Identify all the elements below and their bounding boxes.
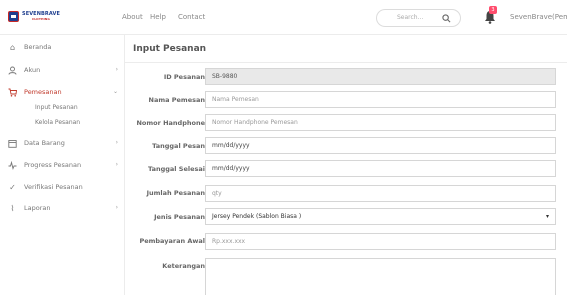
sidebar-item-pemesanan[interactable]: Pemesanan ⌄ — [8, 87, 118, 97]
sidebar-item-label: Pemesanan — [24, 88, 62, 96]
keterangan-textarea[interactable] — [205, 258, 556, 295]
search-input[interactable]: Search... — [376, 9, 461, 27]
user-name[interactable]: SevenBrave(Pemilik) — [510, 13, 567, 21]
sidebar-item-akun[interactable]: Akun › — [8, 65, 118, 75]
nomor-handphone-label: Nomor Handphone — [136, 119, 205, 127]
sidebar-item-beranda[interactable]: ⌂ Beranda — [8, 42, 118, 52]
chevron-right-icon: › — [115, 161, 118, 168]
jenis-pesanan-value: Jersey Pendek (Sablon Biasa ) — [212, 213, 302, 220]
sidebar-item-label: Beranda — [24, 43, 52, 51]
pembayaran-awal-input[interactable]: Rp.xxx.xxx — [205, 233, 556, 250]
nav-help-link[interactable]: Help — [150, 13, 166, 21]
chevron-down-icon: ⌄ — [112, 88, 118, 95]
id-pesanan-label: ID Pesanan — [163, 73, 205, 81]
sidebar-subitem-input-pesanan[interactable]: Input Pesanan — [35, 104, 78, 111]
check-icon: ✓ — [9, 182, 16, 192]
sidebar-item-laporan[interactable]: ⌇ Laporan › — [8, 203, 118, 213]
pembayaran-awal-label: Pembayaran Awal — [139, 237, 205, 245]
keterangan-label: Keterangan — [162, 262, 205, 270]
tanggal-pesan-input[interactable]: mm/dd/yyyy — [205, 137, 556, 154]
brand-name: SEVENBRAVE — [22, 10, 60, 17]
nama-pemesan-label: Nama Pemesan — [148, 96, 206, 104]
page-title: Input Pesanan — [133, 44, 207, 54]
tanggal-selesai-label: Tanggal Selesai — [147, 165, 205, 173]
search-placeholder: Search... — [397, 14, 424, 21]
jumlah-pesanan-input[interactable]: qty — [205, 185, 556, 202]
notification-badge: 3 — [489, 6, 497, 14]
sidebar-item-label: Akun — [24, 66, 41, 74]
sidebar-item-verifikasi-pesanan[interactable]: ✓ Verifikasi Pesanan — [8, 182, 118, 192]
top-bar: SEVENBRAVE CLOTHING About Help Contact S… — [0, 0, 567, 35]
sidebar-item-label: Verifikasi Pesanan — [24, 183, 83, 191]
pulse-icon — [8, 160, 17, 170]
sidebar-item-data-barang[interactable]: Data Barang › — [8, 138, 118, 148]
brand-sub: CLOTHING — [31, 16, 50, 21]
nama-pemesan-input[interactable]: Nama Pemesan — [205, 91, 556, 108]
sidebar-item-label: Laporan — [24, 204, 51, 212]
nomor-handphone-input[interactable]: Nomor Handphone Pemesan — [205, 114, 556, 131]
report-icon: ⌇ — [10, 203, 15, 213]
sidebar-item-label: Data Barang — [24, 139, 65, 147]
id-pesanan-field: SB-9880 — [205, 68, 556, 85]
main-content: Input Pesanan ID Pesanan SB-9880 Nama Pe… — [125, 35, 567, 295]
calendar-icon — [8, 139, 17, 148]
jenis-pesanan-label: Jenis Pesanan — [154, 213, 205, 221]
search-icon[interactable] — [442, 14, 451, 23]
tanggal-selesai-input[interactable]: mm/dd/yyyy — [205, 160, 556, 177]
sidebar-subitem-kelola-pesanan[interactable]: Kelola Pesanan — [35, 119, 80, 126]
cart-icon — [8, 88, 17, 97]
sidebar-item-progress-pesanan[interactable]: Progress Pesanan › — [8, 160, 118, 170]
brand-logo-icon — [8, 11, 19, 22]
user-icon — [8, 66, 17, 75]
chevron-right-icon: › — [115, 204, 118, 211]
sidebar: ⌂ Beranda Akun › Pemesanan ⌄ Input Pesan… — [0, 35, 125, 295]
jumlah-pesanan-label: Jumlah Pesanan — [146, 189, 205, 197]
sidebar-item-label: Progress Pesanan — [24, 161, 82, 169]
chevron-right-icon: › — [115, 139, 118, 146]
jenis-pesanan-select[interactable]: Jersey Pendek (Sablon Biasa ) ▾ — [205, 208, 556, 225]
nav-contact-link[interactable]: Contact — [178, 13, 205, 21]
home-icon: ⌂ — [9, 42, 16, 52]
tanggal-pesan-label: Tanggal Pesan — [152, 142, 205, 150]
title-divider — [125, 62, 567, 63]
nav-about-link[interactable]: About — [122, 13, 143, 21]
chevron-right-icon: › — [115, 66, 118, 73]
brand-logo[interactable]: SEVENBRAVE CLOTHING — [8, 11, 66, 22]
dropdown-arrow-icon: ▾ — [545, 213, 549, 220]
